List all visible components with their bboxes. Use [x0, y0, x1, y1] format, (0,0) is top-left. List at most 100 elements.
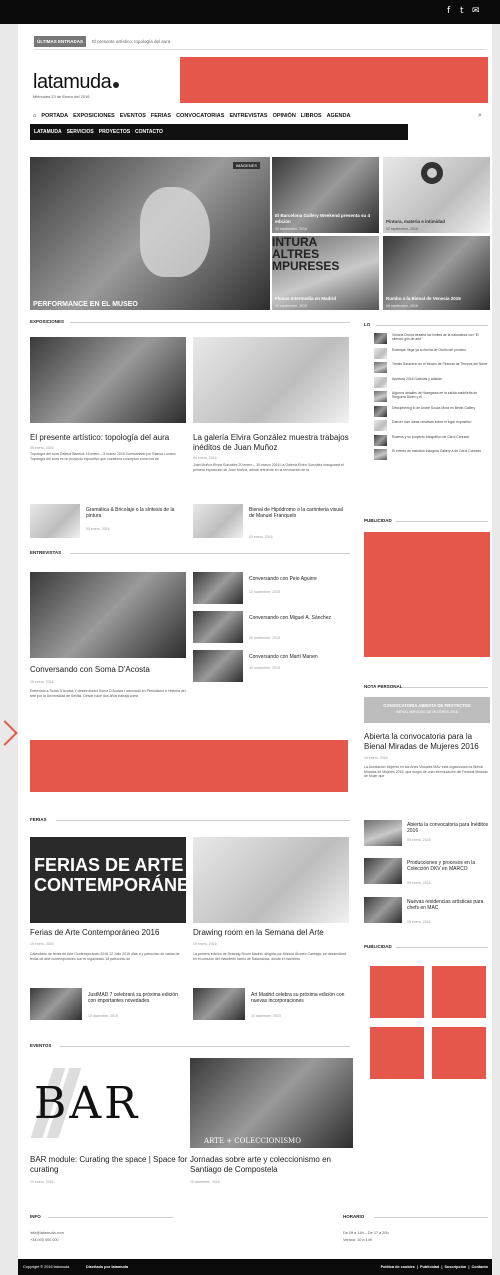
list-item[interactable]: Dancer com ideas creativas sobre el luga… [374, 420, 490, 431]
sidebar-ad-small[interactable] [370, 966, 424, 1018]
article-image[interactable] [30, 337, 186, 423]
list-item-text: Desciphering lo de André Souza Mora en B… [392, 405, 476, 410]
thumb-image[interactable] [30, 504, 80, 538]
thumb-image[interactable] [364, 858, 402, 884]
hero-tile[interactable]: Rumbo a la Bienal de Venecia 2015 06 sep… [383, 236, 490, 310]
list-item[interactable]: Rodeos y su proyecto fotográfico de Caro… [374, 434, 490, 446]
header-ad[interactable] [180, 57, 488, 103]
small-title[interactable]: Conversando con Peio Aguirre [249, 576, 349, 582]
sidebar-ad-small[interactable] [432, 1027, 486, 1079]
thumb-image[interactable] [193, 611, 243, 643]
footer-email[interactable]: info@latamuda.com [30, 1231, 64, 1236]
list-item[interactable]: Tomás Saraceno en el Museo de Pinturas d… [374, 362, 490, 373]
section-divider [70, 322, 350, 323]
article-date: 10 diciembre, 2015 [190, 1180, 220, 1184]
article-title[interactable]: La galería Elvira González muestra traba… [193, 433, 353, 452]
article-title[interactable]: Jornadas sobre arte y coleccionismo en S… [190, 1155, 355, 1174]
list-thumb [374, 347, 387, 359]
section-divider [374, 1217, 488, 1218]
small-date: 30 noviembre, 2015 [249, 666, 280, 670]
nav-item[interactable]: EXPOSICIONES [73, 113, 115, 119]
hero-tile[interactable]: Pintura, materia e intimidad 02 septiemb… [383, 157, 490, 233]
designed-by[interactable]: Diseñado por latamuda [86, 1265, 128, 1269]
list-item[interactable]: Estampa: llega ya su fecha de Otoño del … [374, 347, 490, 359]
nav-item[interactable]: CONTACTO [135, 129, 163, 135]
thumb-image[interactable] [364, 897, 402, 923]
small-title[interactable]: Art Madrid celebra su próxima edición co… [251, 992, 349, 1004]
interview-excerpt: Entrevista a Soma D'Acosta Y desarrollad… [30, 689, 186, 698]
list-item-text: Algunos detalles de Hasegawa en la salid… [392, 391, 478, 400]
thumb-image[interactable] [30, 988, 82, 1020]
section-divider [48, 1217, 173, 1218]
nav-item[interactable]: AGENDA [327, 113, 351, 119]
nota-title[interactable]: Abierta la convocatoria para la Bienal M… [364, 732, 492, 751]
article-image[interactable]: BAR [30, 1058, 186, 1148]
small-title[interactable]: Conversando con Martí Manen [249, 654, 349, 660]
sidebar-ad-small[interactable] [432, 966, 486, 1018]
hero-tile[interactable]: El Barcelona Gallery Weekend presenta su… [272, 157, 379, 233]
article-title[interactable]: BAR module: Curating the space | Space f… [30, 1155, 190, 1174]
list-item[interactable]: Algunos detalles de Hasegawa en la salid… [374, 391, 490, 402]
facebook-icon[interactable]: f [447, 6, 450, 16]
small-title[interactable]: JustMAD 7 celebrará su próxima edición c… [88, 992, 186, 1004]
arrow-right-icon[interactable] [0, 720, 18, 746]
small-title[interactable]: Abierta la convocatoria para Inéditos 20… [407, 822, 491, 834]
nav-item[interactable]: OPINIÓN [273, 113, 296, 119]
email-icon[interactable]: ✉ [472, 6, 480, 16]
interview-title[interactable]: Conversando con Soma D'Acosta [30, 665, 190, 675]
thumb-image[interactable] [193, 504, 243, 538]
article-title[interactable]: Drawing room en la Semana del Arte [193, 928, 353, 938]
hero-main[interactable]: IMÁGENES PERFORMANCE EN EL MUSEO [30, 157, 270, 310]
footer-links[interactable]: Política de cookies | Publicidad | Suscr… [381, 1265, 488, 1269]
small-date: 10 diciembre, 2015 [251, 1014, 281, 1018]
content-ad[interactable] [30, 740, 348, 792]
twitter-icon[interactable]: t [460, 6, 464, 16]
small-title[interactable]: Gramática & Bricolaje o la síntesis de l… [86, 507, 184, 519]
section-title-eventos: EVENTOS [30, 1043, 52, 1048]
nav-item[interactable]: FERIAS [151, 113, 171, 119]
nota-label: NOTA PERSONAL [364, 684, 403, 689]
hero-tile[interactable]: INTURA ALTRES MPURESES Fluxus Intermedia… [272, 236, 379, 310]
nav-item[interactable]: CONVOCATORIAS [176, 113, 224, 119]
footer-phone: +34 000 000 000 [30, 1238, 59, 1242]
article-excerpt: La primera edición de Drawing Room Madri… [193, 952, 347, 961]
nav-item[interactable]: ENTREVISTAS [229, 113, 267, 119]
small-title[interactable]: Producciones y procesos en la Colección … [407, 860, 491, 872]
interview-image[interactable] [30, 572, 186, 658]
search-icon[interactable]: ⌕ [478, 112, 482, 120]
article-image[interactable] [193, 337, 349, 423]
list-item[interactable]: Apertura 2016 Galerías y artistas [374, 376, 490, 388]
nav-item[interactable]: LATAMUDA [34, 129, 62, 135]
site-logo[interactable]: latamuda [33, 71, 120, 94]
thumb-image[interactable] [193, 572, 243, 604]
article-image[interactable]: FERIAS DE ARTE CONTEMPORÁNE [30, 837, 186, 923]
logo-dot [113, 82, 120, 88]
article-title[interactable]: Ferias de Arte Contemporáneo 2016 [30, 928, 190, 938]
list-thumb [374, 391, 387, 402]
article-image[interactable] [193, 837, 349, 923]
home-icon: ⌂ [33, 113, 37, 119]
article-image[interactable]: ARTE + COLECCIONISMO [190, 1058, 353, 1148]
sidebar-ad-small[interactable] [370, 1027, 424, 1079]
sidebar-ad[interactable] [364, 532, 490, 657]
nav-item[interactable]: EVENTOS [120, 113, 146, 119]
nota-banner[interactable]: CONVOCATORIA ABIERTA DE PROYECTOS BIENAL… [364, 697, 490, 723]
list-item[interactable]: Victoria Civera desafía los límites de l… [374, 333, 490, 344]
ticker-text[interactable]: El presente artístico: topología del aur… [92, 39, 170, 44]
small-title[interactable]: Conversando con Miguel A. Sánchez [249, 615, 349, 621]
nav-item[interactable]: PROYECTOS [99, 129, 130, 135]
footer-info-title: INFO [30, 1214, 41, 1219]
small-title[interactable]: Bienal de Hipódromo o la carrinteria vis… [249, 507, 349, 519]
thumb-image[interactable] [193, 650, 243, 682]
nav-item[interactable]: LIBROS [301, 113, 322, 119]
thumb-image[interactable] [364, 820, 402, 846]
nav-item[interactable]: SERVICIOS [67, 129, 94, 135]
ticker-divider [34, 49, 487, 50]
small-title[interactable]: Nuevas residencias artísticas para chefs… [407, 899, 491, 911]
thumb-image[interactable] [193, 988, 245, 1020]
list-item[interactable]: El evento de metodos inaugura Gallery a … [374, 449, 490, 460]
nav-item[interactable]: PORTADA [41, 113, 68, 119]
list-item[interactable]: Desciphering lo de André Souza Mora en B… [374, 405, 490, 417]
sidebar-title: LO [364, 322, 371, 327]
article-title[interactable]: El presente artístico: topología del aur… [30, 433, 190, 443]
